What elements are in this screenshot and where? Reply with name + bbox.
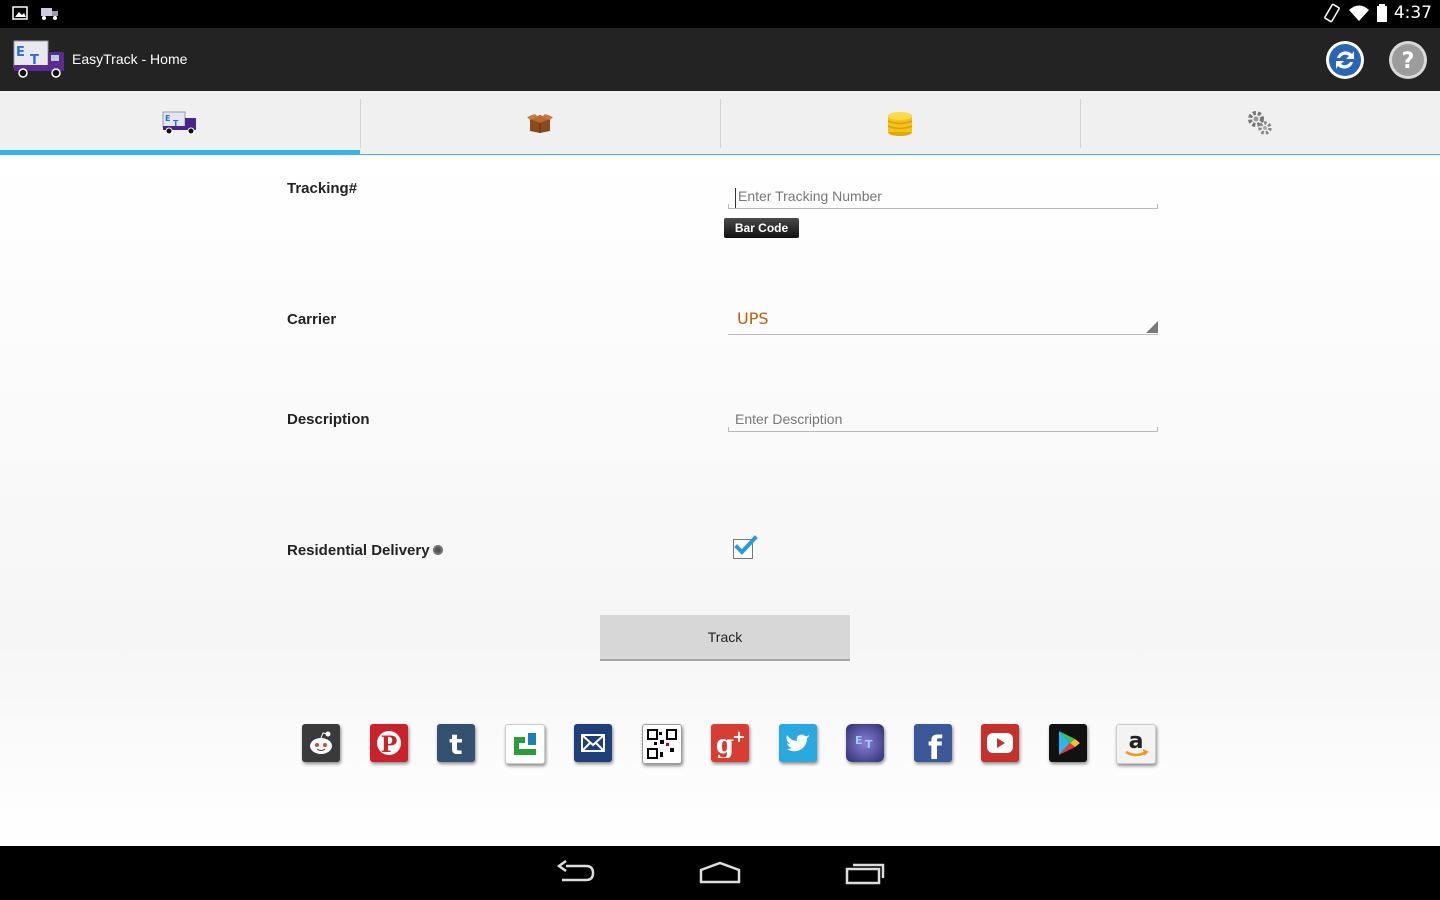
navigation-bar xyxy=(0,846,1440,900)
back-icon[interactable] xyxy=(556,860,596,886)
twitter-icon[interactable] xyxy=(778,724,817,762)
tracking-label: Tracking# xyxy=(287,180,358,197)
wifi-icon xyxy=(1348,5,1369,21)
email-icon[interactable] xyxy=(574,724,612,762)
easytrack-icon[interactable]: ET xyxy=(846,724,884,762)
carrier-select[interactable]: UPS xyxy=(728,308,1158,335)
checkmark-icon xyxy=(734,535,758,555)
home-icon[interactable] xyxy=(699,860,741,886)
tab-packages[interactable] xyxy=(360,91,720,154)
recent-apps-icon[interactable] xyxy=(845,860,887,886)
reddit-icon[interactable] xyxy=(302,724,340,762)
app-title: EasyTrack - Home xyxy=(72,51,188,67)
social-share-bar: P t g + ET f a xyxy=(302,724,1186,764)
track-button[interactable]: Track xyxy=(600,615,850,661)
svg-text:E: E xyxy=(16,45,25,60)
svg-text:a: a xyxy=(1129,729,1144,754)
sync-button[interactable] xyxy=(1326,41,1364,79)
coins-icon xyxy=(887,111,913,136)
status-bar: 4:37 xyxy=(0,0,1440,28)
truck-icon: E T xyxy=(162,111,196,134)
rotation-lock-icon xyxy=(1323,3,1340,23)
svg-text:E: E xyxy=(165,114,170,123)
tracking-number-input[interactable] xyxy=(735,188,1158,208)
residential-label-wrap: Residential Delivery xyxy=(287,542,443,559)
residential-label: Residential Delivery xyxy=(287,542,430,559)
tab-settings[interactable] xyxy=(1080,91,1440,154)
track-form: Tracking# Bar Code Carrier UPS Descripti… xyxy=(0,155,1440,846)
svg-text:T: T xyxy=(865,738,873,751)
description-field-wrap xyxy=(728,411,1158,432)
google-play-icon[interactable] xyxy=(1048,724,1087,762)
residential-checkbox[interactable] xyxy=(733,535,758,559)
youtube-icon[interactable] xyxy=(981,724,1019,762)
info-icon[interactable] xyxy=(432,545,443,556)
description-input[interactable] xyxy=(728,411,1158,431)
tab-bar: E T xyxy=(0,91,1440,155)
qr-code-icon[interactable] xyxy=(641,724,682,764)
svg-text:E: E xyxy=(855,734,863,747)
stumbleupon-icon[interactable] xyxy=(504,724,545,764)
box-icon xyxy=(527,113,553,133)
barcode-button[interactable]: Bar Code xyxy=(724,218,799,238)
svg-text:?: ? xyxy=(1402,49,1415,74)
truck-notification-icon xyxy=(41,8,58,20)
svg-text:+: + xyxy=(732,728,745,746)
help-icon: ? xyxy=(1392,44,1424,76)
tab-track[interactable]: E T xyxy=(0,91,360,155)
notification-icons xyxy=(12,6,60,20)
gears-icon xyxy=(1248,110,1272,135)
google-plus-icon[interactable]: g + xyxy=(711,724,749,762)
tracking-field-wrap xyxy=(728,188,1158,209)
help-button[interactable]: ? xyxy=(1389,41,1427,79)
description-label: Description xyxy=(287,411,370,428)
action-bar: E T EasyTrack - Home ? xyxy=(0,28,1440,91)
tumblr-icon[interactable]: t xyxy=(437,724,475,762)
image-notification-icon xyxy=(12,6,28,20)
battery-icon xyxy=(1376,4,1387,22)
clock: 4:37 xyxy=(1393,3,1432,23)
easytrack-logo-icon[interactable]: E T xyxy=(12,39,66,81)
pinterest-icon[interactable]: P xyxy=(369,724,408,762)
svg-text:P: P xyxy=(380,732,397,758)
carrier-selected-value: UPS xyxy=(737,309,769,328)
svg-text:t: t xyxy=(449,728,462,758)
tab-coins[interactable] xyxy=(720,91,1080,154)
svg-text:f: f xyxy=(928,729,943,759)
sync-icon xyxy=(1329,44,1361,76)
amazon-icon[interactable]: a xyxy=(1116,724,1156,764)
dropdown-arrow-icon xyxy=(1146,321,1158,333)
carrier-label: Carrier xyxy=(287,311,337,328)
facebook-icon[interactable]: f xyxy=(913,724,952,762)
